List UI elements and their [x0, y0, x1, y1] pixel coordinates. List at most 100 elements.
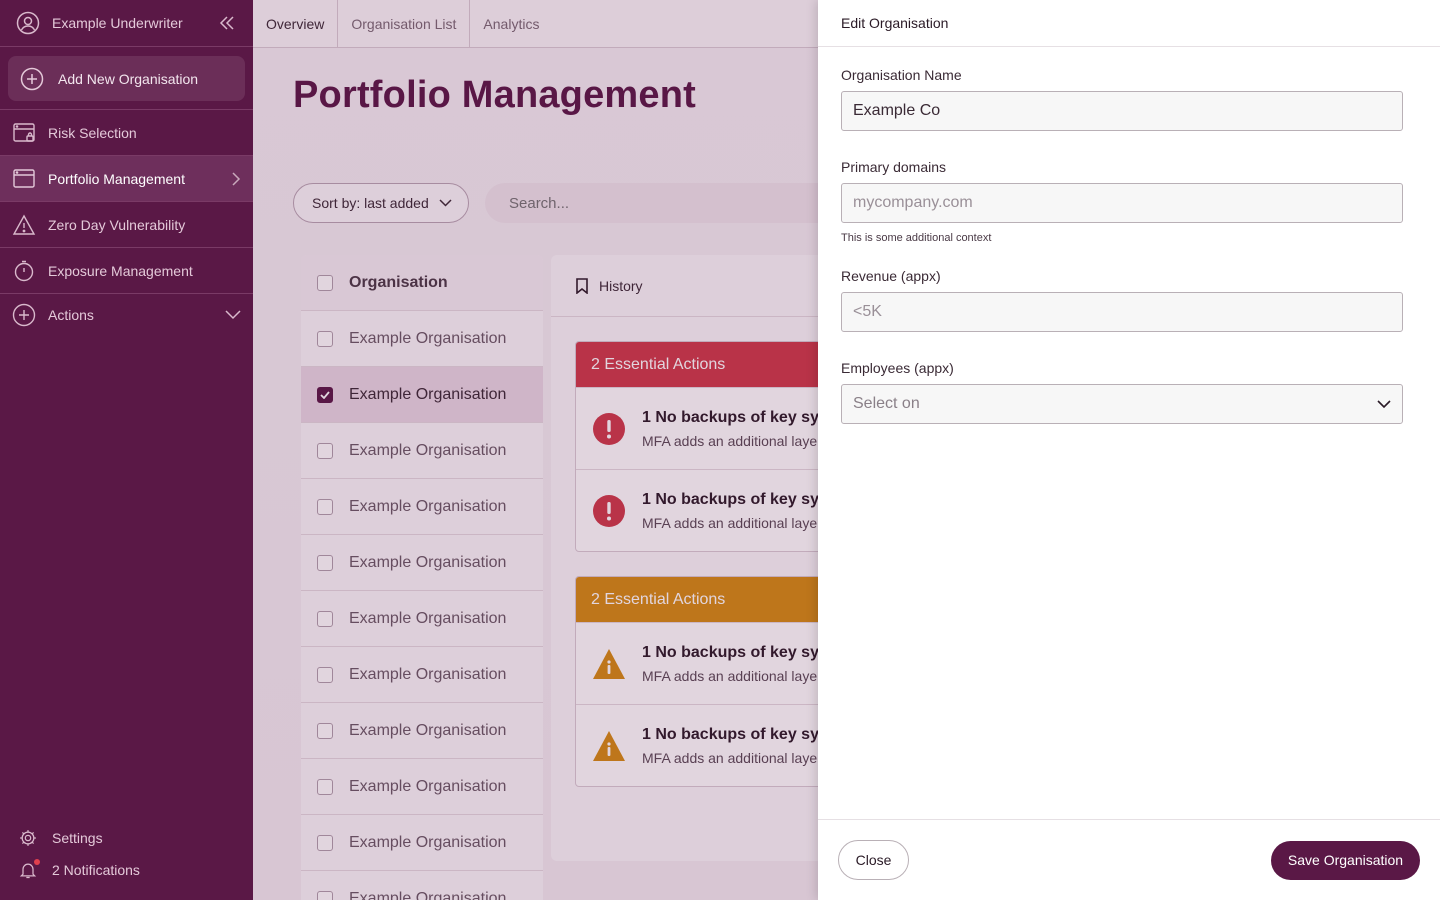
primary-domains-label: Primary domains [841, 159, 947, 175]
list-item[interactable]: Example Organisation [301, 815, 543, 871]
row-checkbox[interactable] [317, 666, 333, 683]
add-organisation-label: Add New Organisation [58, 70, 199, 87]
bell-icon [18, 859, 40, 880]
sidebar-item-zero-day-vulnerability[interactable]: Zero Day Vulnerability [0, 202, 253, 248]
row-checkbox[interactable] [317, 386, 333, 403]
row-checkbox[interactable] [317, 610, 333, 627]
list-item[interactable]: Example Organisation [301, 423, 543, 479]
list-item[interactable]: Example Organisation [301, 703, 543, 759]
list-item[interactable]: Example Organisation [301, 591, 543, 647]
select-all-checkbox[interactable] [317, 274, 333, 291]
organisation-name: Example Organisation [349, 329, 507, 347]
primary-domains-input[interactable] [841, 183, 1403, 223]
list-item[interactable]: Example Organisation [301, 871, 543, 900]
notifications-link[interactable]: 2 Notifications [0, 854, 253, 886]
action-item[interactable]: 1 No backups of key syste MFA adds an ad… [576, 469, 851, 551]
action-description: MFA adds an additional layer [642, 514, 822, 531]
row-checkbox[interactable] [317, 442, 333, 459]
plus-circle-icon [20, 67, 44, 91]
employees-select-value: Select on [853, 395, 920, 412]
alert-circle-icon [592, 494, 626, 528]
user-avatar-icon [16, 11, 40, 35]
row-checkbox[interactable] [317, 722, 333, 739]
organisation-name: Example Organisation [349, 721, 507, 739]
sidebar-item-portfolio-management[interactable]: Portfolio Management [0, 156, 253, 202]
browser-icon [12, 167, 36, 191]
chevron-down-icon [439, 199, 452, 207]
drawer-title: Edit Organisation [818, 0, 1440, 47]
sidebar-footer: Settings 2 Notifications [0, 822, 253, 886]
action-description: MFA adds an additional layer [642, 432, 822, 449]
alert-circle-icon [592, 412, 626, 446]
employees-select[interactable]: Select on [841, 384, 1403, 424]
organisation-name: Example Organisation [349, 441, 507, 459]
user-row[interactable]: Example Underwriter [0, 0, 253, 47]
list-item[interactable]: Example Organisation [301, 759, 543, 815]
organisation-name-label: Organisation Name [841, 67, 962, 83]
list-item[interactable]: Example Organisation [301, 311, 543, 367]
warning-triangle-icon [592, 730, 626, 762]
sidebar: Example Underwriter Add New Organisation… [0, 0, 253, 900]
essential-actions-card-warning: 2 Essential Actions 1 No backups of key … [575, 576, 851, 787]
collapse-sidebar-icon[interactable] [217, 13, 237, 33]
primary-domains-hint: This is some additional context [841, 232, 992, 244]
sidebar-item-risk-selection[interactable]: Risk Selection [0, 110, 253, 156]
warning-triangle-icon [12, 213, 36, 237]
close-button[interactable]: Close [838, 840, 909, 880]
revenue-input[interactable] [841, 292, 1403, 332]
employees-label: Employees (appx) [841, 360, 954, 376]
action-item[interactable]: 1 No backups of key syste MFA adds an ad… [576, 704, 851, 786]
action-title: 1 No backups of key syste [642, 490, 843, 508]
list-item[interactable]: Example Organisation [301, 479, 543, 535]
list-item[interactable]: Example Organisation [301, 535, 543, 591]
sidebar-item-label: Risk Selection [48, 124, 137, 141]
organisation-name: Example Organisation [349, 497, 507, 515]
gear-icon [18, 828, 38, 848]
row-checkbox[interactable] [317, 498, 333, 515]
action-item[interactable]: 1 No backups of key syste MFA adds an ad… [576, 622, 851, 704]
organisation-name-input[interactable] [841, 91, 1403, 131]
history-header[interactable]: History [551, 255, 851, 317]
list-item[interactable]: Example Organisation [301, 367, 543, 423]
row-checkbox[interactable] [317, 554, 333, 571]
browser-lock-icon [12, 121, 36, 145]
organisation-name: Example Organisation [349, 553, 507, 571]
row-checkbox[interactable] [317, 834, 333, 851]
essential-actions-header[interactable]: 2 Essential Actions [576, 342, 851, 387]
action-title: 1 No backups of key syste [642, 643, 843, 661]
tab-analytics[interactable]: Analytics [470, 0, 552, 47]
chevron-down-icon [1377, 399, 1391, 409]
action-title: 1 No backups of key syste [642, 408, 843, 426]
organisation-name: Example Organisation [349, 889, 507, 900]
sidebar-item-exposure-management[interactable]: Exposure Management [0, 248, 253, 294]
page-title: Portfolio Management [293, 74, 697, 116]
history-panel: History 2 Essential Actions 1 No backups… [551, 255, 851, 861]
sort-label: Sort by: last added [312, 195, 429, 211]
organisation-name: Example Organisation [349, 777, 507, 795]
user-name: Example Underwriter [52, 15, 183, 31]
action-title: 1 No backups of key syste [642, 725, 843, 743]
row-checkbox[interactable] [317, 330, 333, 347]
organisation-list-header: Organisation [301, 255, 543, 311]
plus-circle-icon [12, 303, 36, 327]
save-organisation-button[interactable]: Save Organisation [1271, 840, 1420, 880]
essential-actions-header[interactable]: 2 Essential Actions [576, 577, 851, 622]
sidebar-actions-toggle[interactable]: Actions [0, 294, 253, 336]
organisation-name: Example Organisation [349, 665, 507, 683]
action-item[interactable]: 1 No backups of key syste MFA adds an ad… [576, 387, 851, 469]
notifications-label: 2 Notifications [52, 862, 140, 878]
bookmark-icon [575, 277, 589, 294]
row-checkbox[interactable] [317, 778, 333, 795]
row-checkbox[interactable] [317, 890, 333, 900]
sidebar-nav: Risk Selection Portfolio Management Zero… [0, 109, 253, 294]
tab-overview[interactable]: Overview [253, 0, 339, 47]
add-organisation-button[interactable]: Add New Organisation [8, 56, 245, 101]
list-item[interactable]: Example Organisation [301, 647, 543, 703]
organisation-name: Example Organisation [349, 609, 507, 627]
settings-link[interactable]: Settings [0, 822, 253, 854]
actions-label: Actions [48, 307, 94, 323]
sort-dropdown[interactable]: Sort by: last added [293, 183, 469, 223]
warning-triangle-icon [592, 648, 626, 680]
sidebar-item-label: Exposure Management [48, 262, 193, 279]
tab-organisation-list[interactable]: Organisation List [338, 0, 471, 47]
